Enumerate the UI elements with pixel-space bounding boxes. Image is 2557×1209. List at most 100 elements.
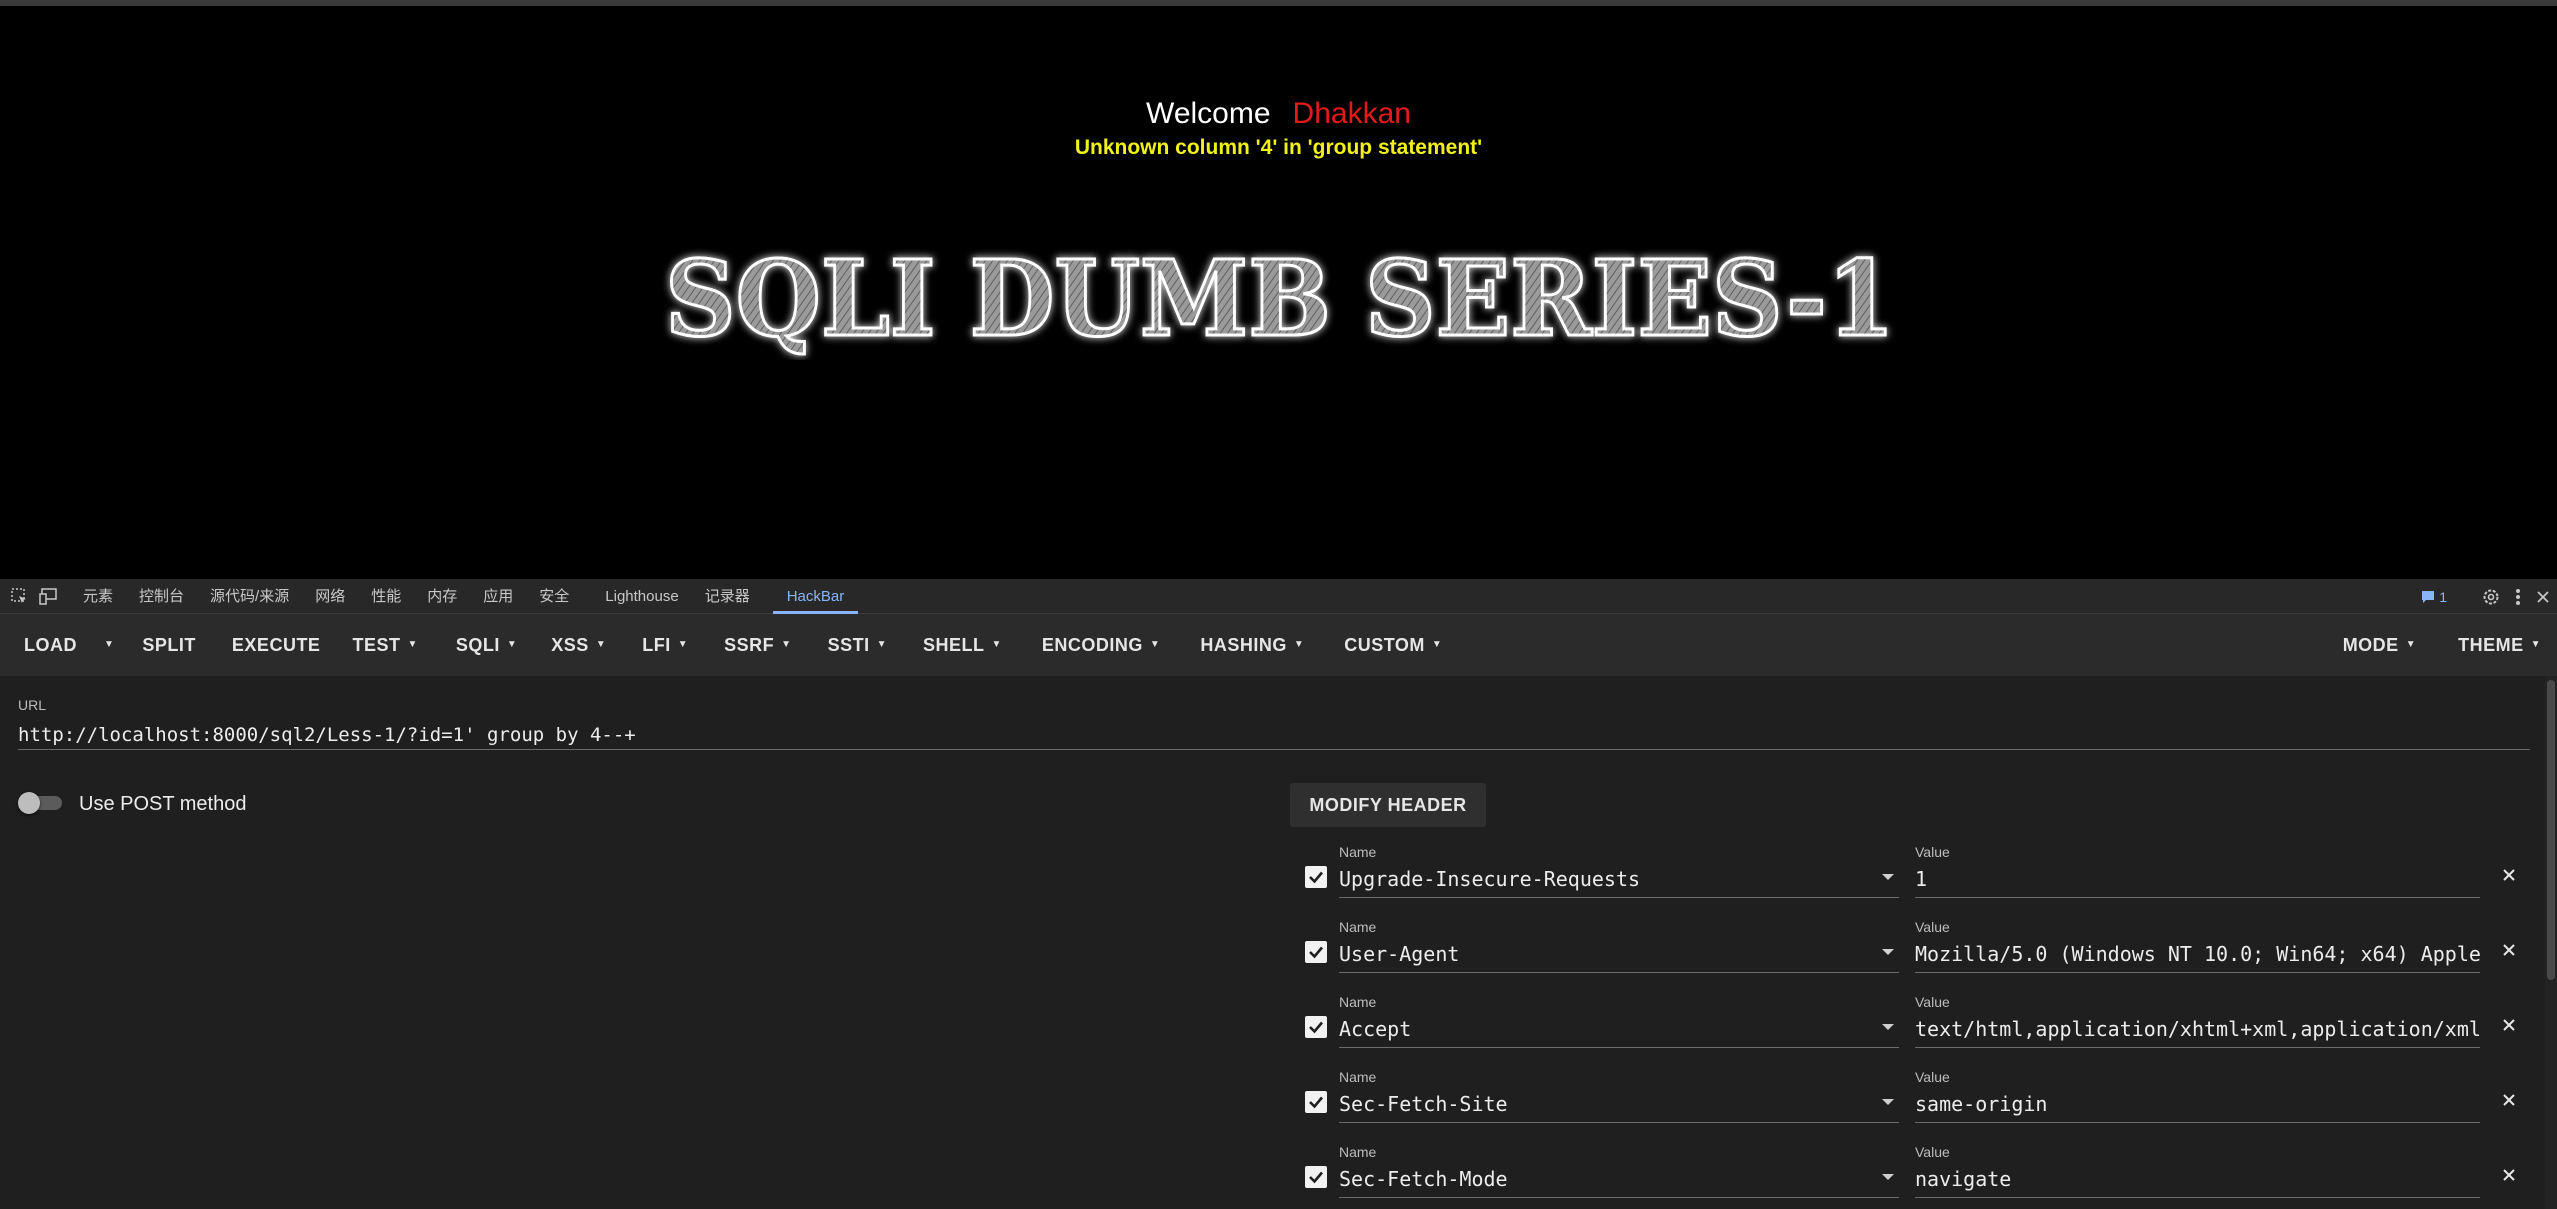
load-dropdown-toggle[interactable]: ▼ (87, 614, 128, 676)
settings-icon[interactable] (2481, 587, 2501, 607)
issues-badge[interactable]: 1 (2421, 589, 2447, 605)
welcome-line: Welcome Dhakkan (0, 97, 2557, 131)
chevron-down-icon: ▼ (407, 639, 418, 650)
tab-hackbar[interactable]: HackBar (772, 579, 859, 614)
close-devtools-icon[interactable] (2535, 589, 2551, 605)
series-banner: SQLI DUMB SERIES-1 (664, 240, 1897, 360)
header-value-label: Value (1915, 994, 1950, 1010)
tab-recorder[interactable]: 记录器 (692, 579, 763, 614)
header-value-input[interactable]: text/html,application/xhtml+xml,applicat… (1915, 1014, 2480, 1048)
hashing-menu[interactable]: HASHING ▼ (1174, 614, 1318, 676)
tab-sources[interactable]: 源代码/来源 (197, 579, 302, 614)
page-viewport: Welcome Dhakkan Unknown column '4' in 'gr… (0, 0, 2557, 579)
tab-memory[interactable]: 内存 (414, 579, 470, 614)
delete-header-icon[interactable] (2498, 939, 2520, 961)
tab-lighthouse[interactable]: Lighthouse (592, 579, 691, 614)
shell-label: SHELL (922, 635, 985, 655)
custom-menu[interactable]: CUSTOM ▼ (1318, 614, 1456, 676)
header-name-input[interactable]: Accept (1339, 1014, 1899, 1048)
checkmark-icon (1309, 1171, 1323, 1184)
load-label: LOAD (24, 635, 77, 655)
execute-label: EXECUTE (231, 635, 321, 655)
ssrf-menu[interactable]: SSRF ▼ (702, 614, 805, 676)
tab-security[interactable]: 安全 (526, 579, 582, 614)
header-value-input[interactable]: Mozilla/5.0 (Windows NT 10.0; Win64; x64… (1915, 939, 2480, 973)
lfi-menu[interactable]: LFI ▼ (620, 614, 702, 676)
xss-menu[interactable]: XSS ▼ (531, 614, 620, 676)
mode-menu[interactable]: MODE ▼ (2329, 614, 2444, 676)
checkmark-icon (1309, 1021, 1323, 1034)
header-value-input[interactable]: same-origin (1915, 1089, 2480, 1123)
scrollbar-thumb[interactable] (2547, 680, 2555, 980)
sql-error-message: Unknown column '4' in 'group statement' (1074, 136, 1483, 159)
ssti-label: SSTI (827, 635, 870, 655)
test-label: TEST (352, 635, 401, 655)
checkmark-icon (1309, 871, 1323, 884)
tab-performance[interactable]: 性能 (358, 579, 414, 614)
theme-label: THEME (2458, 635, 2524, 655)
header-name-label: Name (1339, 844, 1377, 860)
header-name-input[interactable]: Sec-Fetch-Mode (1339, 1164, 1899, 1198)
chevron-down-icon: ▼ (2530, 639, 2541, 650)
header-value-label: Value (1915, 1144, 1950, 1160)
execute-button[interactable]: EXECUTE (210, 614, 339, 676)
sqli-menu[interactable]: SQLI ▼ (432, 614, 531, 676)
header-enabled-checkbox[interactable] (1305, 941, 1327, 963)
header-enabled-checkbox[interactable] (1305, 1166, 1327, 1188)
lfi-label: LFI (642, 635, 671, 655)
tab-network[interactable]: 网络 (302, 579, 358, 614)
tab-console[interactable]: 控制台 (126, 579, 197, 614)
header-row: Name User-Agent Value Mozilla/5.0 (Windo… (1290, 919, 2530, 994)
test-menu[interactable]: TEST ▼ (338, 614, 431, 676)
header-name-input[interactable]: User-Agent (1339, 939, 1899, 973)
header-enabled-checkbox[interactable] (1305, 866, 1327, 888)
encoding-label: ENCODING (1041, 635, 1143, 655)
header-name-input[interactable]: Upgrade-Insecure-Requests (1339, 864, 1899, 898)
chevron-down-icon: ▼ (876, 639, 887, 650)
inspect-element-icon[interactable] (8, 585, 30, 607)
tab-application[interactable]: 应用 (470, 579, 526, 614)
shell-menu[interactable]: SHELL ▼ (901, 614, 1016, 676)
load-button[interactable]: LOAD (0, 614, 87, 676)
header-name-label: Name (1339, 1144, 1377, 1160)
modify-header-button[interactable]: MODIFY HEADER (1290, 783, 1486, 827)
dropdown-arrow-icon[interactable] (1882, 1174, 1894, 1180)
ssti-menu[interactable]: SSTI ▼ (806, 614, 901, 676)
header-value-label: Value (1915, 844, 1950, 860)
header-name-input[interactable]: Sec-Fetch-Site (1339, 1089, 1899, 1123)
header-name-label: Name (1339, 919, 1377, 935)
banner-text: SQLI DUMB SERIES-1 (665, 240, 1895, 360)
split-button[interactable]: SPLIT (128, 614, 210, 676)
tab-elements[interactable]: 元素 (70, 579, 126, 614)
header-value-input[interactable]: navigate (1915, 1164, 2480, 1198)
custom-label: CUSTOM (1344, 635, 1425, 655)
chevron-down-icon: ▼ (2405, 639, 2417, 650)
delete-header-icon[interactable] (2498, 1089, 2520, 1111)
encoding-menu[interactable]: ENCODING ▼ (1016, 614, 1174, 676)
devtools-tab-bar: 元素 控制台 源代码/来源 网络 性能 内存 应用 安全 Lighthouse … (0, 579, 2557, 614)
delete-header-icon[interactable] (2498, 864, 2520, 886)
header-value-label: Value (1915, 919, 1950, 935)
delete-header-icon[interactable] (2498, 1164, 2520, 1186)
hackbar-scrollbar[interactable] (2545, 676, 2557, 1209)
header-row: Name Accept Value text/html,application/… (1290, 994, 2530, 1069)
header-row: Name Sec-Fetch-Site Value same-origin (1290, 1069, 2530, 1144)
more-options-icon[interactable] (2515, 587, 2521, 607)
header-enabled-checkbox[interactable] (1305, 1016, 1327, 1038)
delete-header-icon[interactable] (2498, 1014, 2520, 1036)
chevron-down-icon: ▼ (104, 639, 115, 650)
dropdown-arrow-icon[interactable] (1882, 1024, 1894, 1030)
dropdown-arrow-icon[interactable] (1882, 1099, 1894, 1105)
header-enabled-checkbox[interactable] (1305, 1091, 1327, 1113)
viewport-top-border (0, 0, 2557, 6)
theme-menu[interactable]: THEME ▼ (2444, 614, 2557, 676)
sqli-label: SQLI (455, 635, 500, 655)
dropdown-arrow-icon[interactable] (1882, 874, 1894, 880)
url-input[interactable] (18, 720, 2530, 750)
dropdown-arrow-icon[interactable] (1882, 949, 1894, 955)
header-name-label: Name (1339, 994, 1377, 1010)
hackbar-body: URL Use POST method MODIFY HEADER Name U… (0, 676, 2557, 1209)
header-value-input[interactable]: 1 (1915, 864, 2480, 898)
device-toolbar-icon[interactable] (38, 585, 60, 607)
post-method-toggle[interactable] (18, 792, 66, 814)
